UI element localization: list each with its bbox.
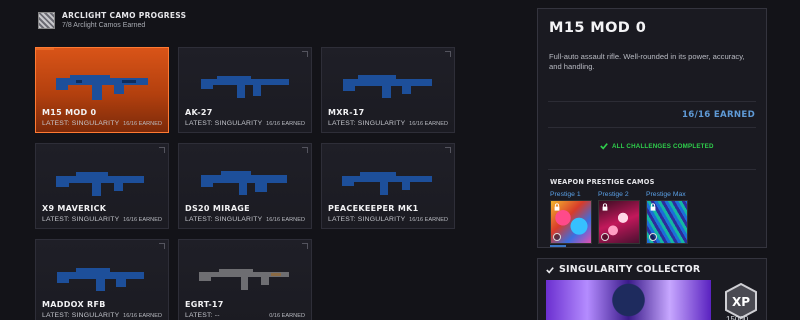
card-corner <box>302 147 308 153</box>
weapon-latest-camo: LATEST: SINGULARITY <box>328 120 406 127</box>
weapon-card-ds20-mirage[interactable]: DS20 MIRAGE LATEST: SINGULARITY 16/16 EA… <box>178 143 312 229</box>
card-corner <box>445 51 451 57</box>
checkmark-icon <box>546 266 554 274</box>
weapon-card-x9-maverick[interactable]: X9 MAVERICK LATEST: SINGULARITY 16/16 EA… <box>35 143 169 229</box>
rifle-icon <box>56 172 144 196</box>
prestige-badge-icon <box>601 233 609 241</box>
lock-icon <box>554 203 560 211</box>
rifle-icon <box>199 269 289 290</box>
weapon-card-mxr-17[interactable]: MXR-17 LATEST: SINGULARITY 16/16 EARNED <box>321 47 455 133</box>
weapon-latest-camo: LATEST: SINGULARITY <box>42 120 120 127</box>
card-corner <box>302 243 308 249</box>
collector-title: SINGULARITY COLLECTOR <box>559 264 701 275</box>
weapon-card-egrt-17[interactable]: EGRT-17 LATEST: -- 0/16 EARNED <box>178 239 312 320</box>
lock-icon <box>602 203 608 211</box>
weapon-earned-count: 16/16 EARNED <box>409 217 448 223</box>
collector-reward-panel: SINGULARITY COLLECTOR XP 15000 <box>537 258 767 320</box>
rifle-icon <box>201 171 287 195</box>
card-corner <box>445 147 451 153</box>
weapon-latest-camo: LATEST: SINGULARITY <box>185 216 263 223</box>
rifle-icon <box>343 75 432 98</box>
checkmark-icon <box>600 143 608 150</box>
weapon-earned-count: 16/16 EARNED <box>409 121 448 127</box>
lock-icon <box>650 203 656 211</box>
divider <box>548 101 756 102</box>
detail-weapon-title: M15 MOD 0 <box>549 20 647 36</box>
weapon-earned-count: 16/16 EARNED <box>266 121 305 127</box>
weapon-card-peacekeeper-mk1[interactable]: PEACEKEEPER MK1 LATEST: SINGULARITY 16/1… <box>321 143 455 229</box>
weapon-latest-camo: LATEST: SINGULARITY <box>328 216 406 223</box>
prestige-badge-icon <box>649 233 657 241</box>
divider <box>548 169 756 170</box>
weapon-card-maddox-rfb[interactable]: MADDOX RFB LATEST: SINGULARITY 16/16 EAR… <box>35 239 169 320</box>
detail-earned-count: 16/16 EARNED <box>682 110 755 120</box>
weapon-earned-count: 16/16 EARNED <box>123 121 162 127</box>
prestige-camo-2[interactable]: Prestige 2 <box>598 191 640 244</box>
weapon-card-ak-27[interactable]: AK-27 LATEST: SINGULARITY 16/16 EARNED <box>178 47 312 133</box>
camo-progress-title: ARCLIGHT CAMO PROGRESS <box>62 11 187 20</box>
weapon-name: PEACEKEEPER MK1 <box>328 204 419 213</box>
prestige-label: Prestige Max <box>646 191 686 198</box>
weapon-latest-camo: LATEST: SINGULARITY <box>42 216 120 223</box>
xp-amount: 15000 <box>726 315 749 320</box>
rifle-icon <box>342 172 432 195</box>
prestige-camo-swatch <box>646 200 688 244</box>
weapon-latest-camo: LATEST: -- <box>185 312 220 319</box>
arclight-camo-icon <box>38 11 55 29</box>
divider <box>548 127 756 128</box>
prestige-camo-swatch <box>598 200 640 244</box>
weapon-name: EGRT-17 <box>185 300 224 309</box>
prestige-camo-1[interactable]: Prestige 1 <box>550 191 592 244</box>
xp-badge-icon: XP <box>725 283 757 319</box>
prestige-label: Prestige 1 <box>550 191 581 198</box>
prestige-badge-icon <box>553 233 561 241</box>
challenges-status-text: ALL CHALLENGES COMPLETED <box>612 142 714 150</box>
weapon-name: X9 MAVERICK <box>42 204 107 213</box>
camo-progress-header: ARCLIGHT CAMO PROGRESS 7/8 Arclight Camo… <box>38 11 186 29</box>
rifle-icon <box>201 76 289 98</box>
weapon-name: MADDOX RFB <box>42 300 106 309</box>
prestige-label: Prestige 2 <box>598 191 629 198</box>
weapon-detail-panel: M15 MOD 0 Full-auto assault rifle. Well-… <box>537 8 767 248</box>
prestige-camos-title: WEAPON PRESTIGE CAMOS <box>550 178 655 186</box>
card-corner <box>159 147 165 153</box>
rifle-icon <box>56 75 148 100</box>
weapon-name: MXR-17 <box>328 108 365 117</box>
weapon-latest-camo: LATEST: SINGULARITY <box>42 312 120 319</box>
xp-badge-label: XP <box>732 295 750 309</box>
weapon-latest-camo: LATEST: SINGULARITY <box>185 120 263 127</box>
weapon-name: AK-27 <box>185 108 213 117</box>
weapon-name: DS20 MIRAGE <box>185 204 250 213</box>
weapon-earned-count: 16/16 EARNED <box>123 217 162 223</box>
challenges-status: ALL CHALLENGES COMPLETED <box>600 142 714 150</box>
weapon-earned-count: 16/16 EARNED <box>266 217 305 223</box>
weapon-name: M15 MOD 0 <box>42 108 97 117</box>
rifle-icon <box>57 268 144 291</box>
prestige-camo-swatch <box>550 200 592 244</box>
weapon-earned-count: 0/16 EARNED <box>269 313 305 319</box>
weapon-card-m15-mod-0[interactable]: M15 MOD 0 LATEST: SINGULARITY 16/16 EARN… <box>35 47 169 133</box>
weapon-earned-count: 16/16 EARNED <box>123 313 162 319</box>
prestige-progress-bar <box>550 245 566 247</box>
detail-weapon-description: Full-auto assault rifle. Well-rounded in… <box>549 52 745 71</box>
prestige-camo-max[interactable]: Prestige Max <box>646 191 688 244</box>
collector-reward-image <box>546 280 711 320</box>
card-corner <box>159 243 165 249</box>
camo-progress-subtitle: 7/8 Arclight Camos Earned <box>62 22 146 29</box>
collector-header: SINGULARITY COLLECTOR <box>546 264 700 275</box>
selected-indicator <box>36 48 54 50</box>
card-corner <box>302 51 308 57</box>
